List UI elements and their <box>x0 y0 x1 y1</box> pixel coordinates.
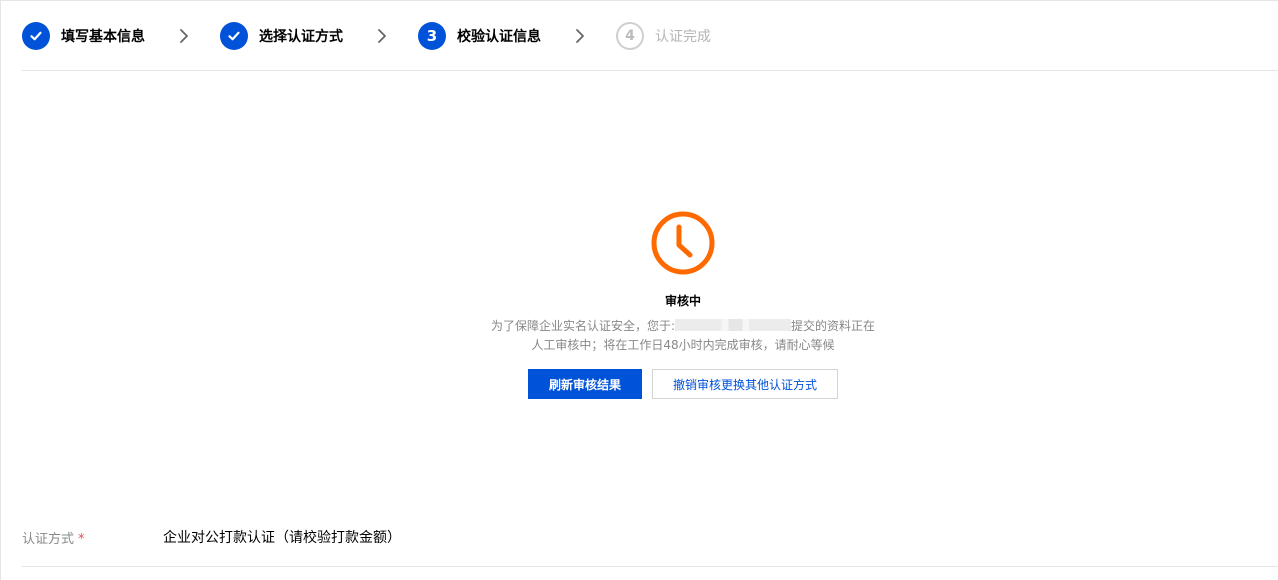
step-number-badge: 4 <box>616 22 644 50</box>
steps-bar: 填写基本信息 选择认证方式 3 校验认证信息 4 认证完成 <box>22 1 1278 71</box>
chevron-right-icon <box>576 29 584 43</box>
step-verify-info: 3 校验认证信息 <box>418 22 541 50</box>
status-desc-suffix: 提交的资料正在 <box>791 319 876 333</box>
method-form-row: 认证方式 * 企业对公打款认证（请校验打款金额） <box>22 516 1278 567</box>
clock-icon <box>651 211 715 275</box>
step-number: 4 <box>625 28 635 44</box>
method-label: 认证方式 <box>22 532 75 547</box>
status-description: 为了保障企业实名认证安全，您于: 提交的资料正在 人工审核中；将在工作日48小时内… <box>476 317 890 355</box>
step-label: 选择认证方式 <box>259 29 343 45</box>
step-label: 校验认证信息 <box>457 29 541 45</box>
step-number-badge: 3 <box>418 22 446 50</box>
status-title: 审核中 <box>664 294 701 308</box>
step-complete: 4 认证完成 <box>616 22 711 50</box>
status-desc-line2: 人工审核中；将在工作日48小时内完成审核，请耐心等候 <box>531 338 835 352</box>
step-select-method: 选择认证方式 <box>220 22 343 50</box>
step-number: 3 <box>426 26 438 45</box>
step-label: 认证完成 <box>655 29 711 45</box>
cancel-review-button[interactable]: 撤销审核更换其他认证方式 <box>652 369 838 399</box>
form-label: 认证方式 * <box>22 528 85 547</box>
step-done-check-icon <box>22 22 50 50</box>
status-desc-prefix: 为了保障企业实名认证安全，您于: <box>490 319 676 333</box>
refresh-result-button[interactable]: 刷新审核结果 <box>528 369 642 399</box>
masked-submit-time <box>675 319 792 331</box>
step-fill-basic-info: 填写基本信息 <box>22 22 145 50</box>
step-done-check-icon <box>220 22 248 50</box>
method-value: 企业对公打款认证（请校验打款金额） <box>163 530 401 546</box>
chevron-right-icon <box>180 29 188 43</box>
step-label: 填写基本信息 <box>61 29 145 45</box>
page: 填写基本信息 选择认证方式 3 校验认证信息 4 认证完成 审核中 为了保障企业… <box>0 0 1278 580</box>
chevron-right-icon <box>378 29 386 43</box>
required-mark: * <box>78 532 85 547</box>
